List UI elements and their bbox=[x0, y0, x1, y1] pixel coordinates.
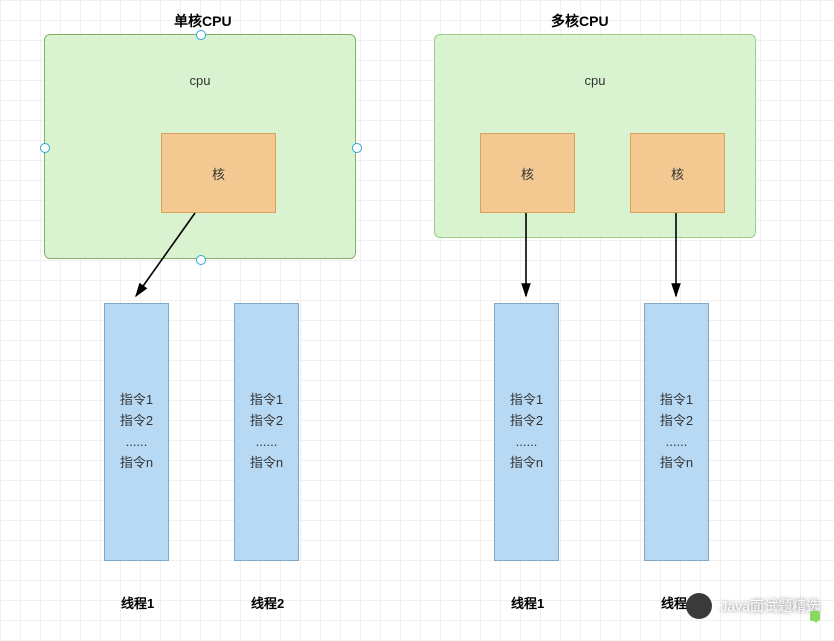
thread-label-1: 线程1 bbox=[121, 593, 154, 612]
instr-line: 指令n bbox=[250, 453, 283, 474]
instr-line: 指令n bbox=[120, 453, 153, 474]
wechat-avatar-icon bbox=[686, 593, 712, 619]
thread-box-3[interactable]: 指令1 指令2 ...... 指令n bbox=[494, 303, 559, 561]
thread-box-1[interactable]: 指令1 指令2 ...... 指令n bbox=[104, 303, 169, 561]
instr-line: 指令1 bbox=[120, 390, 153, 411]
wechat-icon bbox=[810, 611, 820, 621]
instr-line: 指令2 bbox=[510, 411, 543, 432]
instr-line: 指令1 bbox=[250, 390, 283, 411]
thread-box-2[interactable]: 指令1 指令2 ...... 指令n bbox=[234, 303, 299, 561]
thread-label-3: 线程1 bbox=[511, 593, 544, 612]
instr-line: 指令2 bbox=[250, 411, 283, 432]
instr-line: ...... bbox=[126, 432, 148, 453]
instr-line: ...... bbox=[516, 432, 538, 453]
thread-label-2: 线程2 bbox=[251, 593, 284, 612]
watermark: Java面试题精选 bbox=[686, 593, 820, 619]
instr-line: ...... bbox=[256, 432, 278, 453]
instr-line: 指令n bbox=[510, 453, 543, 474]
instr-line: 指令2 bbox=[660, 411, 693, 432]
instr-line: 指令1 bbox=[510, 390, 543, 411]
instr-line: 指令n bbox=[660, 453, 693, 474]
instr-line: 指令1 bbox=[660, 390, 693, 411]
thread-box-4[interactable]: 指令1 指令2 ...... 指令n bbox=[644, 303, 709, 561]
instr-line: ...... bbox=[666, 432, 688, 453]
instr-line: 指令2 bbox=[120, 411, 153, 432]
watermark-text: Java面试题精选 bbox=[720, 596, 820, 616]
